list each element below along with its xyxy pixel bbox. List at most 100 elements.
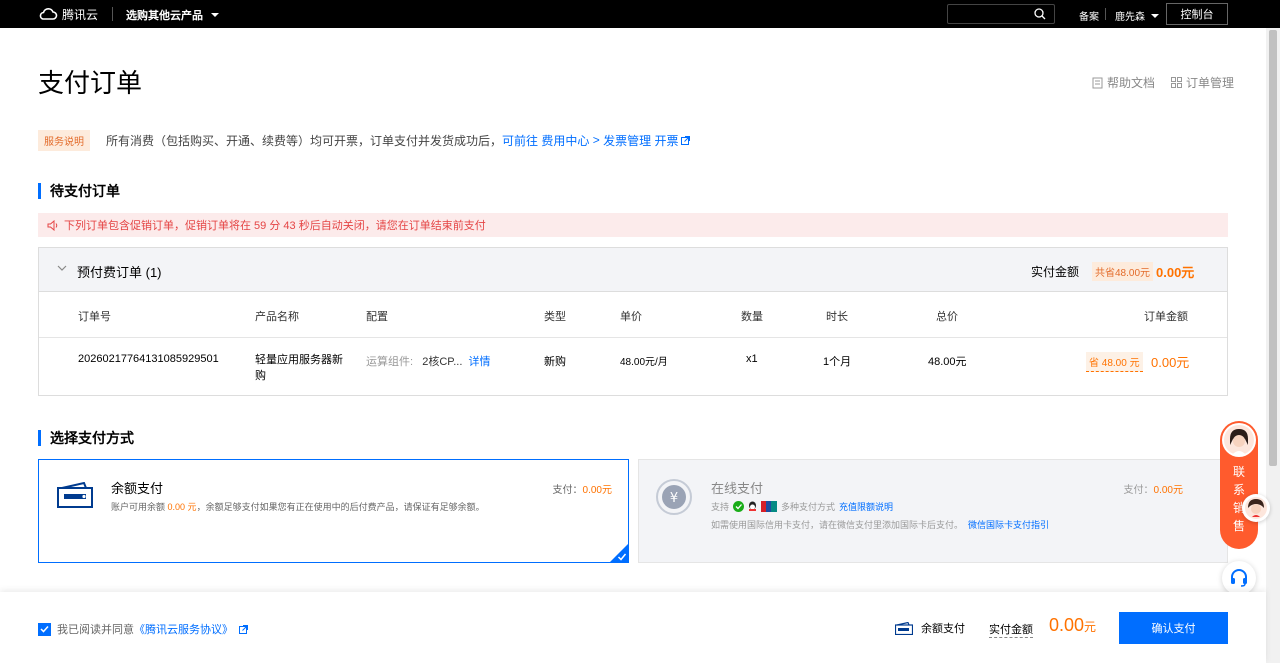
- online-pay-methods: 支持 多种支付方式 充值限额说明: [711, 500, 893, 513]
- help-doc-label: 帮助文档: [1107, 76, 1156, 90]
- divider: [112, 7, 113, 21]
- balance-pay-title: 余额支付: [111, 481, 164, 496]
- scrollbar-thumb[interactable]: [1269, 30, 1277, 466]
- confirm-pay-button[interactable]: 确认支付: [1119, 612, 1228, 644]
- selected-method: 余额支付: [895, 620, 965, 636]
- intl-card-guide-link[interactable]: 微信国际卡支付指引: [968, 520, 1049, 530]
- save-total-badge: 共省48.00元: [1092, 262, 1154, 281]
- order-group-header[interactable]: 预付费订单 (1) 实付金额 共省48.00元 0.00元: [39, 248, 1227, 292]
- config-detail-link[interactable]: 详情: [469, 356, 491, 368]
- agreement[interactable]: 我已阅读并同意 《腾讯云服务协议》: [38, 621, 248, 637]
- col-header-config: 配置: [366, 311, 388, 323]
- chevron-down-icon[interactable]: [57, 265, 67, 272]
- balance-pay-amount: 支付：0.00元: [553, 481, 612, 496]
- agree-checkbox[interactable]: [38, 622, 51, 636]
- customer-service-button[interactable]: [1222, 561, 1256, 595]
- order-table: 预付费订单 (1) 实付金额 共省48.00元 0.00元 订单号 产品名称 配…: [38, 247, 1228, 396]
- order-manage-label: 订单管理: [1186, 76, 1235, 90]
- balance-desc-suffix: ，余额足够支付如果您有正在使用中的后付费产品，请保证有足够余额。: [196, 502, 485, 512]
- unit-price: 48.00元/月: [620, 357, 668, 368]
- pay-amount-value: 0.00元: [1156, 265, 1195, 280]
- speaker-icon: [47, 219, 58, 231]
- product-selector[interactable]: 选购其他云产品: [126, 7, 219, 23]
- pending-orders-heading: 待支付订单: [38, 183, 120, 199]
- invoice-manage-link[interactable]: 发票管理: [603, 132, 651, 149]
- online-pay-label: 支付：: [1123, 485, 1154, 496]
- order-type: 新购: [544, 356, 566, 368]
- caret-down-icon: [211, 13, 219, 17]
- online-pay-amount: 支付：0.00元: [1124, 481, 1183, 496]
- quantity: x1: [746, 353, 758, 365]
- search-input[interactable]: [954, 7, 1030, 21]
- col-header-amount: 订单金额: [1144, 311, 1188, 323]
- online-pay-title: 在线支付: [711, 481, 764, 496]
- duration: 1个月: [823, 356, 852, 368]
- product-name: 轻量应用服务器新购: [255, 354, 343, 382]
- promo-alert-text: 下列订单包含促销订单，促销订单将在 59 分 43 秒后自动关闭，请您在订单结束…: [64, 220, 486, 232]
- payment-method-heading: 选择支付方式: [38, 430, 134, 446]
- billing-center-link[interactable]: 费用中心: [541, 132, 589, 149]
- grid-icon: [1171, 77, 1183, 88]
- service-link-prefix: 可前往: [502, 133, 539, 148]
- user-name: 鹿先森: [1115, 12, 1145, 23]
- balance-pay-desc: 账户可用余额 0.00 元，余额足够支付如果您有正在使用中的后付费产品，请保证有…: [111, 500, 485, 513]
- search-icon[interactable]: [1034, 8, 1046, 20]
- online-intl-note: 如需使用国际信用卡支付，请在微信支付里添加国际卡后支付。 微信国际卡支付指引: [711, 518, 1049, 531]
- col-header-total: 总价: [936, 311, 958, 323]
- divider: [39, 337, 1227, 338]
- assistant-avatar-icon: [1245, 497, 1267, 519]
- order-number: 20260217764131085929501: [78, 353, 219, 365]
- online-pay-option[interactable]: ¥ 在线支付 支持 多种支付方式 充值限额说明 如需使用国际信用卡支付，请在微信…: [638, 459, 1228, 563]
- external-link-icon[interactable]: [239, 624, 248, 634]
- col-header-order-no: 订单号: [78, 311, 111, 323]
- service-agreement-link[interactable]: 《腾讯云服务协议》: [134, 621, 233, 637]
- wechat-pay-icon: [733, 501, 745, 512]
- beian-link[interactable]: 备案: [1079, 8, 1099, 23]
- intl-card-text: 如需使用国际信用卡支付，请在微信支付里添加国际卡后支付。: [711, 520, 964, 530]
- balance-pay-label: 支付：: [552, 485, 583, 496]
- row-amount: 0.00元: [1151, 355, 1190, 370]
- bottom-amount-value: 0.00: [1049, 615, 1085, 635]
- sales-avatar: [1222, 423, 1256, 457]
- total-price: 48.00元: [928, 356, 967, 368]
- online-pay-value: 0.00元: [1153, 485, 1183, 496]
- unionpay-icon: [761, 501, 778, 512]
- assistant-avatar[interactable]: [1242, 494, 1270, 522]
- page-title: 支付订单: [38, 68, 143, 98]
- pay-amount-label: 实付金额: [1031, 265, 1080, 279]
- breadcrumb-separator: >: [592, 133, 600, 147]
- divider: [1105, 8, 1106, 20]
- cloud-logo-icon: [39, 8, 58, 20]
- external-link-icon[interactable]: [681, 135, 691, 145]
- agree-prefix: 我已阅读并同意: [57, 624, 134, 636]
- online-methods-text: 多种支付方式: [781, 502, 836, 512]
- order-manage-link[interactable]: 订单管理: [1171, 74, 1234, 91]
- console-button[interactable]: 控制台: [1166, 3, 1228, 25]
- invoice-link[interactable]: 开票: [654, 132, 678, 149]
- search-box[interactable]: [947, 4, 1055, 24]
- bottom-pay-amount: 0.00元: [1049, 615, 1096, 636]
- col-header-unit-price: 单价: [620, 311, 642, 323]
- col-header-duration: 时长: [826, 311, 848, 323]
- checkout-bar: 我已阅读并同意 《腾讯云服务协议》 余额支付 实付金额 0.00元 确认支付: [0, 592, 1266, 663]
- config-value: 2核CP...: [422, 356, 463, 368]
- tencent-cloud-logo[interactable]: 腾讯云: [38, 6, 98, 22]
- service-tag: 服务说明: [38, 129, 90, 151]
- user-menu[interactable]: 鹿先森: [1115, 8, 1159, 23]
- selected-method-label: 余额支付: [921, 623, 965, 635]
- bottom-pay-label: 实付金额: [989, 621, 1033, 638]
- document-icon: [1092, 77, 1103, 88]
- qq-pay-icon: [749, 501, 757, 511]
- check-icon: [40, 625, 49, 633]
- bottom-amount-unit: 元: [1084, 620, 1097, 634]
- balance-pay-option[interactable]: 余额支付 账户可用余额 0.00 元，余额足够支付如果您有正在使用中的后付费产品…: [38, 459, 629, 563]
- contact-sales-widget[interactable]: 联 系 销 售: [1220, 421, 1258, 549]
- row-save-badge: 省 48.00 元: [1086, 352, 1143, 372]
- help-doc-link[interactable]: 帮助文档: [1092, 74, 1155, 91]
- recharge-limit-link[interactable]: 充值限额说明: [839, 500, 893, 513]
- product-selector-label: 选购其他云产品: [126, 10, 203, 22]
- yuan-coin-icon: ¥: [656, 479, 692, 515]
- brand-name: 腾讯云: [62, 7, 99, 22]
- contact-sales-char: 联: [1232, 465, 1245, 479]
- top-navbar: 腾讯云 选购其他云产品 备案 鹿先森 控制台: [0, 0, 1280, 28]
